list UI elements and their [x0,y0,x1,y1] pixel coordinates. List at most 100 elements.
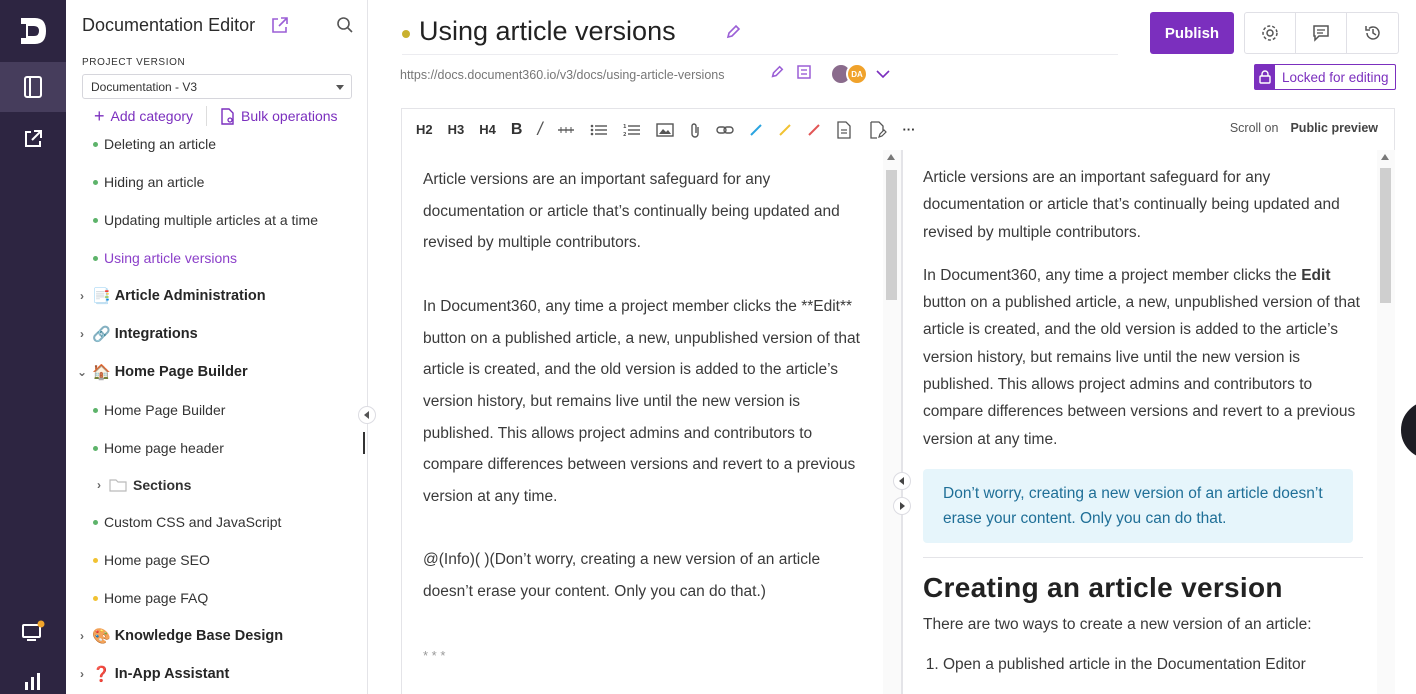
sidebar-title: Documentation Editor [82,15,256,35]
insert-template-button[interactable] [869,120,888,139]
locked-for-editing-button[interactable]: Locked for editing [1254,64,1396,90]
insert-snippet-button[interactable] [836,120,854,139]
public-preview-button[interactable]: Public preview [1290,121,1378,135]
toolbar-right: Scroll on Public preview [1230,121,1378,135]
tree-article[interactable]: Custom CSS and JavaScript [93,503,281,541]
editor-paragraph: @(Info)( )(Don’t worry, creating a new v… [423,551,821,601]
insert-link-button[interactable] [716,124,735,136]
chevron-right-icon: › [80,327,84,341]
add-category-button[interactable]: + Add category [94,107,194,125]
snippet-icon [837,120,852,139]
history-icon [1364,26,1380,40]
highlight-blue-button[interactable] [749,123,763,137]
italic-button[interactable]: / [537,119,542,140]
heading-3-button[interactable]: H3 [448,122,465,137]
bullet-list-button[interactable] [590,123,608,137]
strikethrough-button[interactable] [557,124,575,136]
pencil-icon[interactable] [725,24,741,40]
tree-category[interactable]: › 🎨 Knowledge Base Design [76,617,283,655]
expand-editor-button[interactable] [893,472,911,490]
tree-category[interactable]: ⌄ 🏠 Home Page Builder [76,353,248,391]
caret-left-icon [364,411,369,419]
tree-article[interactable]: Home Page Builder [93,391,225,429]
preview-paragraph: There are two ways to create a new versi… [923,616,1312,634]
external-link-icon[interactable] [271,16,289,34]
scroll-up-icon[interactable] [1381,154,1389,160]
more-options-button[interactable]: ··· [902,122,915,137]
documentation-nav-button[interactable] [0,62,66,112]
bulk-operations-button[interactable]: Bulk operations [220,107,338,125]
analytics-nav-button[interactable] [0,656,66,694]
status-dot [93,407,98,413]
chevron-right-icon: › [80,629,84,643]
highlight-yellow-button[interactable] [778,123,792,137]
chevron-down-icon [876,70,890,79]
info-callout: Don’t worry, creating a new version of a… [923,468,1353,543]
chevron-right-icon: › [97,478,101,492]
tree-article[interactable]: Hiding an article [93,163,204,201]
history-button[interactable] [1347,13,1398,53]
document360-logo[interactable] [15,14,49,48]
search-icon[interactable] [336,16,354,34]
tree-article[interactable]: Home page SEO [93,541,210,579]
open-site-nav-button[interactable] [0,114,66,164]
preview-heading: Creating an article version [923,571,1283,603]
tree-category[interactable]: › 🔗 Integrations [76,315,198,353]
add-category-label: Add category [110,108,194,124]
markdown-editor[interactable]: Article versions are an important safegu… [401,150,883,694]
attach-file-button[interactable] [689,122,701,138]
highlight-red-button[interactable] [807,123,821,137]
project-version-select[interactable]: Documentation - V3 [82,74,352,99]
editor-scrollbar[interactable] [883,150,901,694]
tree-item-label: Knowledge Base Design [114,628,284,644]
bulk-operations-label: Bulk operations [241,108,338,124]
contributors[interactable]: DA [830,63,890,85]
expand-preview-button[interactable] [893,497,911,515]
collapse-sidebar-button[interactable] [358,406,376,424]
bold-button[interactable]: B [511,121,523,139]
horizontal-rule [923,556,1363,558]
whats-new-nav-button[interactable] [0,606,66,656]
locked-label: Locked for editing [1282,69,1389,85]
tree-folder[interactable]: › Sections [93,466,191,504]
tree-article-active[interactable]: Using article versions [93,239,237,277]
sidebar-actions: + Add category Bulk operations [94,106,338,126]
documentation-sidebar: Documentation Editor PROJECT VERSION Doc… [66,0,368,694]
svg-text:1: 1 [623,124,627,130]
article-settings-icon[interactable] [796,64,812,80]
tree-category[interactable]: › 📑 Article Administration [76,277,266,315]
live-preview: Article versions are an important safegu… [903,150,1377,694]
heading-2-button[interactable]: H2 [416,122,433,137]
tree-article[interactable]: Home page header [93,429,224,467]
document-edit-icon [870,120,888,139]
scrollbar-thumb[interactable] [886,170,897,300]
tree-category[interactable]: › ❓ In-App Assistant [76,655,229,693]
divider [402,54,1118,55]
tree-article[interactable]: Updating multiple articles at a time [93,201,318,239]
scrollbar-thumb[interactable] [1380,168,1391,303]
sidebar-resize-handle[interactable] [363,432,365,454]
assistant-launcher-button[interactable] [1398,398,1416,462]
comments-button[interactable] [1296,13,1347,53]
preview-scrollbar[interactable] [1377,150,1395,694]
article-title[interactable]: Using article versions [419,16,676,47]
monitor-notification-icon [22,620,45,641]
scroll-up-icon[interactable] [887,154,895,160]
insert-image-button[interactable] [656,122,675,137]
scroll-sync-toggle[interactable]: Scroll on [1230,121,1279,135]
pencil-icon[interactable] [770,65,784,79]
preview-paragraph: In Document360, any time a project membe… [923,262,1363,453]
category-icon: 📑 [92,288,111,305]
publish-button[interactable]: Publish [1150,12,1234,54]
numbered-list-button[interactable]: 12 [623,123,641,137]
tree-item-label: Hiding an article [104,174,205,190]
tree-article[interactable]: Home page FAQ [93,579,208,617]
tree-item-label: Home page header [104,440,224,456]
image-icon [656,122,675,137]
heading-4-button[interactable]: H4 [479,122,496,137]
tree-article[interactable]: Deleting an article [93,126,216,162]
article-url[interactable]: https://docs.document360.io/v3/docs/usin… [400,68,724,82]
settings-button[interactable] [1245,13,1296,53]
markdown-content[interactable]: Article versions are an important safegu… [423,164,863,694]
tree-item-label: Home Page Builder [104,402,226,418]
